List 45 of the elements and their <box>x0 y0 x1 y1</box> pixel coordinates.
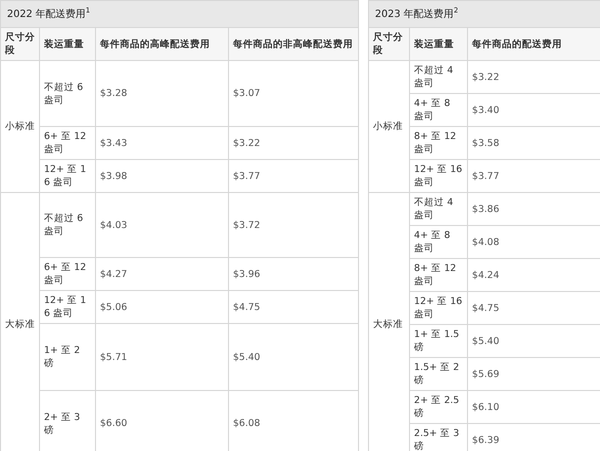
fee-cell: $5.40 <box>228 324 359 390</box>
weight-cell: 1+ 至 1.5 磅 <box>410 324 468 358</box>
weight-cell: 6+ 至 12 盎司 <box>40 126 96 160</box>
table-title: 2023 年配送费用$^{2}$ <box>368 0 600 28</box>
weight-cell: 4+ 至 8 盎司 <box>410 226 468 258</box>
column-header: 每件商品的配送费用 <box>468 28 600 60</box>
weight-cell: 不超过 4 盎司 <box>410 192 468 226</box>
weight-cell: 12+ 至 16 盎司 <box>410 292 468 324</box>
weight-cell: 8+ 至 12 盎司 <box>410 258 468 292</box>
fee-cell: $3.22 <box>228 126 359 160</box>
column-header: 每件商品的高峰配送费用 <box>96 28 228 60</box>
size-tier-cell: 大标准 <box>0 192 40 451</box>
fee-cell: $3.07 <box>228 60 359 126</box>
weight-cell: 不超过 6 盎司 <box>40 192 96 258</box>
fee-cell: $5.06 <box>96 290 228 324</box>
column-header: 装运重量 <box>40 28 96 60</box>
fee-cell: $3.43 <box>96 126 228 160</box>
fee-cell: $3.28 <box>96 60 228 126</box>
fee-cell: $3.77 <box>228 160 359 192</box>
size-tier-cell: 大标准 <box>368 192 410 451</box>
weight-cell: 4+ 至 8 盎司 <box>410 94 468 126</box>
column-header: 装运重量 <box>410 28 468 60</box>
weight-cell: 1+ 至 2 磅 <box>40 324 96 390</box>
fee-cell: $4.75 <box>228 290 359 324</box>
table-title: 2022 年配送费用$^{1}$ <box>0 0 359 28</box>
weight-cell: 不超过 6 盎司 <box>40 60 96 126</box>
fee-cell: $4.27 <box>96 258 228 290</box>
fee-cell: $5.71 <box>96 324 228 390</box>
fee-cell: $3.96 <box>228 258 359 290</box>
weight-cell: 12+ 至 16 盎司 <box>410 160 468 192</box>
column-header: 尺寸分段 <box>0 28 40 60</box>
fee-cell: $3.98 <box>96 160 228 192</box>
column-header: 每件商品的非高峰配送费用 <box>228 28 359 60</box>
weight-cell: 6+ 至 12 盎司 <box>40 258 96 290</box>
weight-cell: 12+ 至 16 盎司 <box>40 160 96 192</box>
weight-cell: 不超过 4 盎司 <box>410 60 468 94</box>
weight-cell: 12+ 至 16 盎司 <box>40 290 96 324</box>
weight-cell: 2+ 至 2.5 磅 <box>410 390 468 424</box>
fee-cell: $4.03 <box>96 192 228 258</box>
weight-cell: 8+ 至 12 盎司 <box>410 126 468 160</box>
weight-cell: 1.5+ 至 2 磅 <box>410 358 468 390</box>
size-tier-cell: 小标准 <box>0 60 40 192</box>
size-tier-cell: 小标准 <box>368 60 410 192</box>
column-header: 尺寸分段 <box>368 28 410 60</box>
fee-cell: $3.72 <box>228 192 359 258</box>
